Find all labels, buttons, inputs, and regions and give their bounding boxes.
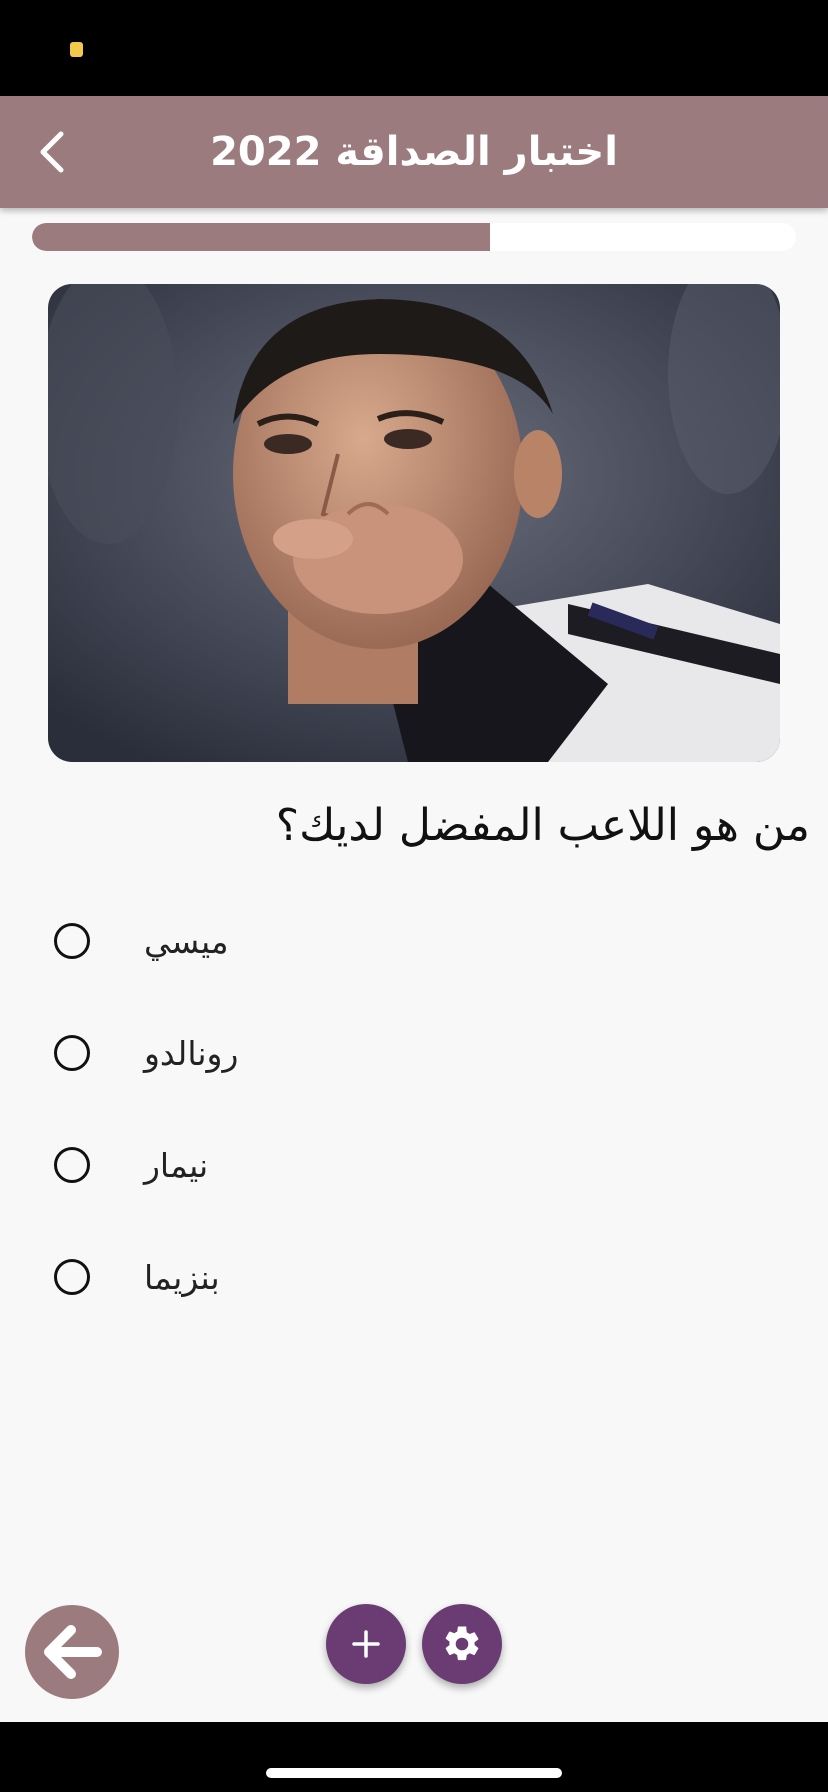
quiz-progress-bar	[32, 223, 796, 251]
option-label: رونالدو	[144, 1033, 239, 1073]
arrow-left-icon	[44, 1625, 102, 1679]
radio-button[interactable]	[54, 1147, 90, 1183]
question-image	[48, 284, 780, 762]
settings-button[interactable]	[422, 1604, 502, 1684]
home-indicator[interactable]	[266, 1768, 562, 1778]
app-bar: اختبار الصداقة 2022	[0, 96, 828, 208]
option-4[interactable]: بنزيما	[50, 1242, 750, 1312]
notification-dot	[70, 42, 83, 57]
option-label: بنزيما	[144, 1257, 220, 1297]
option-1[interactable]: ميسي	[50, 906, 750, 976]
status-bar	[0, 0, 828, 96]
add-button[interactable]	[326, 1604, 406, 1684]
radio-button[interactable]	[54, 923, 90, 959]
gear-icon	[445, 1626, 479, 1661]
progress-fill	[32, 223, 491, 251]
option-3[interactable]: نيمار	[50, 1130, 750, 1200]
option-label: نيمار	[144, 1145, 209, 1185]
radio-button[interactable]	[54, 1259, 90, 1295]
system-nav-bar	[0, 1722, 828, 1792]
option-2[interactable]: رونالدو	[50, 1018, 750, 1088]
question-text: من هو اللاعب المفضل لديك؟	[275, 800, 810, 851]
option-label: ميسي	[144, 921, 229, 961]
page-title: اختبار الصداقة 2022	[210, 129, 618, 175]
plus-icon	[352, 1630, 380, 1658]
radio-button[interactable]	[54, 1035, 90, 1071]
previous-question-button[interactable]	[25, 1605, 119, 1699]
